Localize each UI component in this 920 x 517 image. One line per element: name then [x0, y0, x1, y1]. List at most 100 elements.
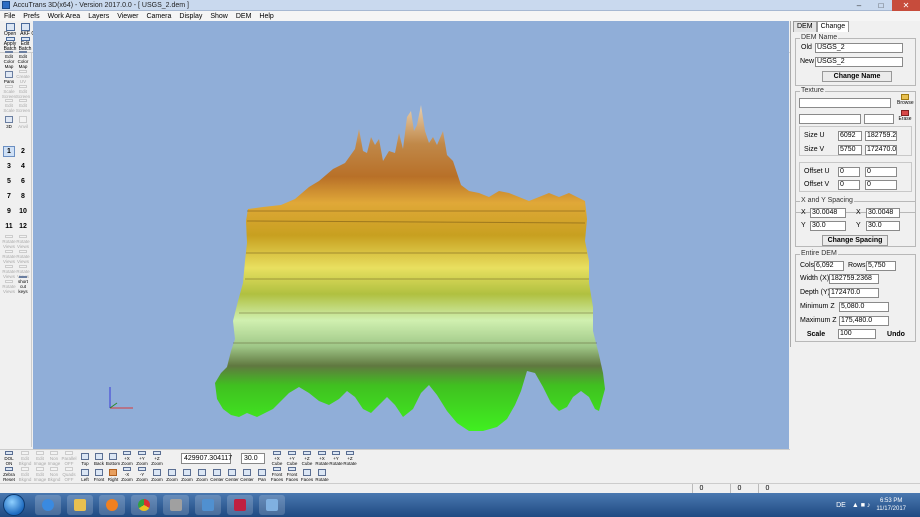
y-new-field[interactable]: 30.0: [866, 221, 900, 231]
x-new-field[interactable]: 30.0048: [866, 208, 900, 218]
taskbar-media[interactable]: [99, 495, 125, 515]
view-button[interactable]: Front Faces: [270, 467, 284, 482]
view-button[interactable]: Edit Image: [33, 451, 47, 466]
language-indicator[interactable]: DE: [836, 502, 846, 509]
menu-file[interactable]: File: [0, 13, 19, 20]
view-button[interactable]: Parallel OFF: [62, 451, 77, 466]
size-u-field-a[interactable]: 6092: [838, 131, 862, 141]
menu-layers[interactable]: Layers: [84, 13, 113, 20]
view-button[interactable]: +Y Zoom: [135, 451, 149, 466]
taskbar-accutrans[interactable]: [227, 495, 253, 515]
view-preset-10[interactable]: 10: [17, 206, 29, 217]
toolbar-button[interactable]: Edit Batch: [17, 37, 33, 52]
view-preset-4[interactable]: 4: [17, 161, 29, 172]
scale-field[interactable]: 100: [838, 329, 876, 339]
view-button[interactable]: +Y Cube: [285, 451, 299, 466]
view-preset-1[interactable]: 1: [3, 146, 15, 157]
left-tool-button[interactable]: Rotate Views: [2, 235, 16, 249]
view-preset-5[interactable]: 5: [3, 176, 15, 187]
left-tool-button[interactable]: Edit Color Map: [2, 51, 16, 69]
menu-dem[interactable]: DEM: [232, 13, 256, 20]
view-button[interactable]: Non Image: [47, 451, 61, 466]
taskbar-app[interactable]: [163, 495, 189, 515]
x-old-field[interactable]: 30.0048: [810, 208, 846, 218]
view-button[interactable]: +Z Rotate: [343, 451, 357, 466]
view-button[interactable]: Center: [225, 467, 239, 482]
menu-prefs[interactable]: Prefs: [19, 13, 43, 20]
view-button[interactable]: +Z Zoom: [150, 451, 164, 466]
view-preset-7[interactable]: 7: [3, 191, 15, 202]
left-tool-button[interactable]: Pans: [2, 70, 16, 84]
view-button[interactable]: Edit Bkgnd: [18, 451, 32, 466]
left-tool-button[interactable]: Create UV: [16, 70, 30, 84]
maximize-button[interactable]: □: [870, 0, 892, 11]
left-tool-button[interactable]: Rotate Views: [2, 250, 16, 264]
start-button[interactable]: [3, 494, 25, 516]
change-name-button[interactable]: Change Name: [822, 71, 892, 82]
view-button[interactable]: +X Cube: [270, 451, 284, 466]
view-button[interactable]: Edit Bkgnd: [18, 467, 32, 482]
size-u-field-b[interactable]: 182759.236: [865, 131, 897, 141]
taskbar-app[interactable]: [195, 495, 221, 515]
scale-button[interactable]: Scale: [802, 329, 830, 340]
view-button[interactable]: +Y Rotate: [329, 451, 343, 466]
view-button[interactable]: Zoom: [165, 467, 179, 482]
view-button[interactable]: Zoom: [180, 467, 194, 482]
view-button[interactable]: +X Zoom: [120, 451, 134, 466]
view-button[interactable]: Zoom: [150, 467, 164, 482]
3d-viewport[interactable]: [33, 21, 789, 449]
view-button[interactable]: Rotate: [315, 467, 329, 482]
view-button[interactable]: Faces: [300, 467, 314, 482]
view-button[interactable]: Center: [210, 467, 224, 482]
texture-field-a[interactable]: [799, 114, 861, 124]
left-tool-button[interactable]: Anvil: [16, 115, 30, 129]
view-button[interactable]: DOL ON: [2, 451, 16, 466]
menu-show[interactable]: Show: [206, 13, 232, 20]
taskbar-chrome[interactable]: [131, 495, 157, 515]
view-button[interactable]: Back: [92, 451, 106, 466]
view-button[interactable]: Center: [240, 467, 254, 482]
size-v-field-a[interactable]: 5750: [838, 145, 862, 155]
tab-dem[interactable]: DEM: [793, 21, 817, 32]
view-preset-9[interactable]: 9: [3, 206, 15, 217]
menu-help[interactable]: Help: [255, 13, 277, 20]
left-tool-button[interactable]: Edit Scale: [2, 99, 16, 113]
menu-display[interactable]: Display: [175, 13, 206, 20]
view-preset-3[interactable]: 3: [3, 161, 15, 172]
toolbar-button[interactable]: Apply Batch: [2, 37, 18, 52]
left-tool-button[interactable]: Rotate Views: [16, 250, 30, 264]
toolbar-button[interactable]: Open: [2, 22, 18, 37]
undo-button[interactable]: Undo: [882, 329, 910, 340]
taskbar-explorer[interactable]: [67, 495, 93, 515]
view-button[interactable]: +X Rotate: [315, 451, 329, 466]
left-tool-button[interactable]: Rotate Views: [2, 280, 16, 294]
view-preset-11[interactable]: 11: [3, 221, 15, 232]
step-field[interactable]: 30.0: [241, 453, 265, 464]
view-preset-6[interactable]: 6: [17, 176, 29, 187]
y-old-field[interactable]: 30.0: [810, 221, 846, 231]
tray-icons[interactable]: ▲ ■ ♪: [852, 502, 871, 509]
taskbar-app[interactable]: [259, 495, 285, 515]
left-tool-button[interactable]: Rotate Views: [2, 265, 16, 279]
texture-field-b[interactable]: [864, 114, 894, 124]
left-tool-button[interactable]: short cut keys: [16, 276, 30, 294]
view-button[interactable]: Zoom: [195, 467, 209, 482]
left-tool-button[interactable]: Edit Color Map: [16, 51, 30, 69]
change-spacing-button[interactable]: Change Spacing: [822, 235, 888, 246]
menu-camera[interactable]: Camera: [142, 13, 175, 20]
size-v-field-b[interactable]: 172470.0: [865, 145, 897, 155]
minimize-button[interactable]: –: [848, 0, 870, 11]
menu-viewer[interactable]: Viewer: [113, 13, 142, 20]
close-window-button[interactable]: ✕: [892, 0, 920, 11]
offset-v-field-a[interactable]: 0: [838, 180, 860, 190]
offset-u-field-b[interactable]: 0: [865, 167, 897, 177]
offset-v-field-b[interactable]: 0: [865, 180, 897, 190]
view-button[interactable]: Non Bkgnd: [47, 467, 61, 482]
left-tool-button[interactable]: Rotate Views: [16, 235, 30, 249]
view-button[interactable]: Top: [78, 451, 92, 466]
old-name-field[interactable]: USGS_2: [815, 43, 903, 53]
view-button[interactable]: Front: [92, 467, 106, 482]
view-preset-2[interactable]: 2: [17, 146, 29, 157]
view-button[interactable]: Right: [106, 467, 120, 482]
left-tool-button[interactable]: Edit Screen: [16, 85, 30, 99]
